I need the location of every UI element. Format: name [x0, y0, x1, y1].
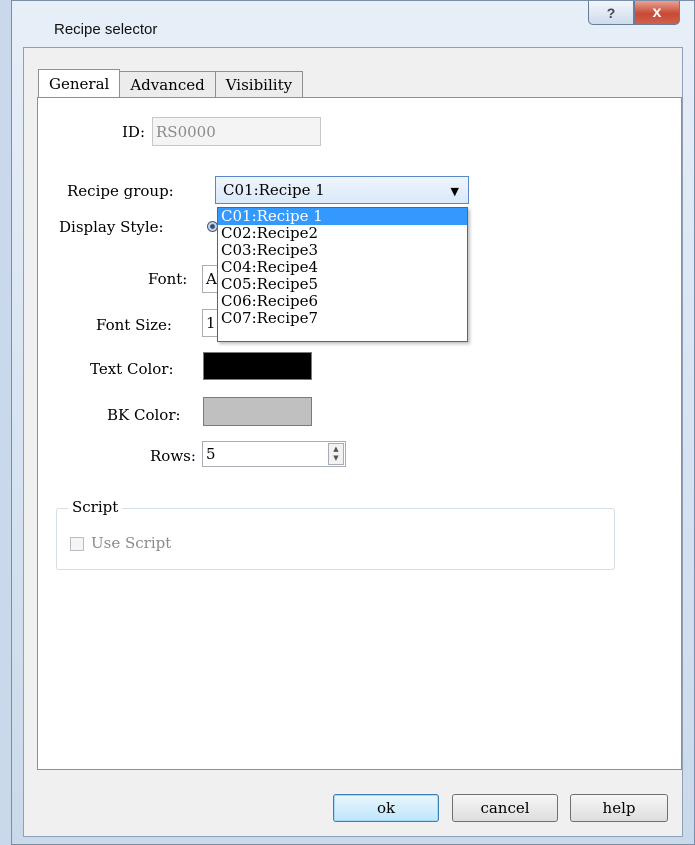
rows-label: Rows:	[150, 447, 196, 465]
recipe-group-option[interactable]: C03:Recipe3	[218, 242, 467, 259]
tab-advanced[interactable]: Advanced	[119, 71, 216, 97]
id-field[interactable]: RS0000	[152, 117, 321, 146]
recipe-group-option[interactable]: C07:Recipe7	[218, 310, 467, 327]
close-x-icon: x	[652, 3, 662, 21]
rows-field[interactable]: 5	[202, 441, 346, 467]
cancel-button[interactable]: cancel	[452, 794, 558, 822]
rows-value: 5	[206, 445, 216, 463]
recipe-group-option[interactable]: C02:Recipe2	[218, 225, 467, 242]
recipe-group-label: Recipe group:	[67, 182, 174, 200]
script-group-title: Script	[68, 498, 123, 516]
text-color-label: Text Color:	[90, 360, 174, 378]
recipe-group-option[interactable]: C04:Recipe4	[218, 259, 467, 276]
bk-color-button[interactable]	[203, 397, 312, 426]
recipe-group-option[interactable]: C05:Recipe5	[218, 276, 467, 293]
font-label: Font:	[148, 270, 188, 288]
recipe-group-dropdown: C01:Recipe 1 C02:Recipe2 C03:Recipe3 C04:Re…	[217, 207, 468, 342]
recipe-group-select[interactable]: C01:Recipe 1 ▼	[215, 176, 469, 204]
chevron-down-icon: ▼	[450, 185, 459, 198]
font-size-label: Font Size:	[96, 316, 172, 334]
text-color-button[interactable]	[203, 352, 312, 380]
bk-color-label: BK Color:	[107, 406, 181, 424]
recipe-group-value: C01:Recipe 1	[223, 181, 325, 199]
tab-bar: General Advanced Visibility	[38, 69, 304, 98]
recipe-group-option[interactable]: C01:Recipe 1	[218, 208, 467, 225]
rows-spinner[interactable]: ▲ ▼	[328, 443, 344, 465]
id-label: ID:	[122, 123, 146, 141]
recipe-group-option[interactable]: C06:Recipe6	[218, 293, 467, 310]
tab-general[interactable]: General	[38, 69, 121, 97]
use-script-checkbox[interactable]	[70, 537, 84, 551]
spin-up-icon[interactable]: ▲	[333, 445, 338, 454]
help-button[interactable]: help	[570, 794, 668, 822]
tab-visibility[interactable]: Visibility	[214, 71, 304, 97]
use-script-label[interactable]: Use Script	[91, 534, 171, 552]
close-button[interactable]: x	[634, 1, 680, 25]
display-style-label: Display Style:	[59, 218, 164, 236]
spin-down-icon[interactable]: ▼	[333, 454, 338, 463]
help-title-button[interactable]: ?	[588, 1, 634, 25]
ok-button[interactable]: ok	[333, 794, 439, 822]
question-mark-icon: ?	[606, 4, 616, 21]
window-title: Recipe selector	[54, 21, 158, 38]
